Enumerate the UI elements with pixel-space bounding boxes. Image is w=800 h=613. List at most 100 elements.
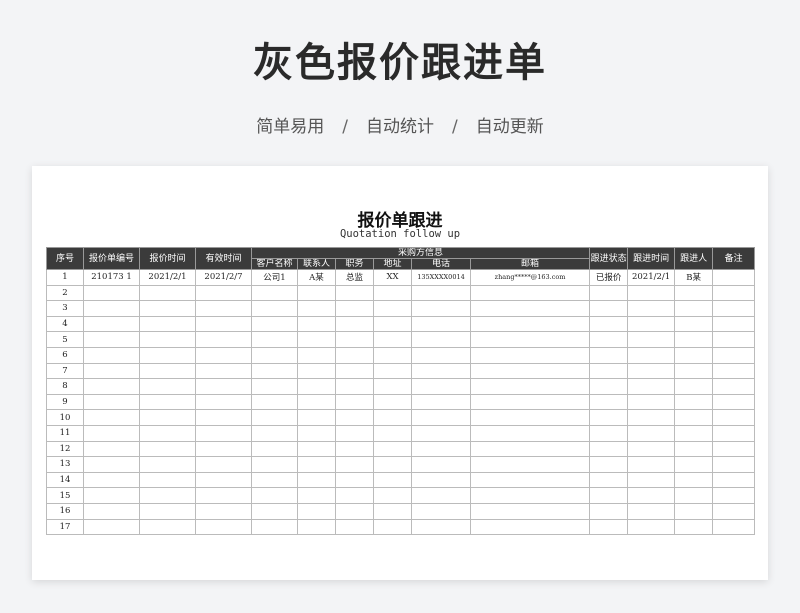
cell-customer[interactable] [251,362,298,380]
cell-follow-time[interactable] [627,300,676,317]
cell-position[interactable] [335,331,374,348]
cell-quote-time[interactable] [139,502,196,520]
cell-email[interactable] [469,393,591,411]
cell-address[interactable] [373,440,412,458]
cell-phone[interactable]: 135XXXX0014 [411,269,471,286]
cell-follower[interactable] [674,315,714,333]
cell-phone[interactable] [411,424,471,442]
cell-quote-no[interactable] [83,331,140,348]
cell-contact[interactable] [297,424,336,442]
cell-email[interactable] [469,315,591,333]
cell-note[interactable] [712,393,756,411]
cell-follow-time[interactable]: 2021/2/1 [627,269,676,286]
cell-quote-time[interactable] [139,487,196,504]
cell-quote-time[interactable] [139,424,196,442]
cell-follow-time[interactable] [627,362,676,380]
cell-address[interactable] [373,471,412,489]
cell-email[interactable] [469,518,591,536]
cell-note[interactable] [712,487,756,504]
cell-valid-time[interactable]: 2021/2/7 [195,269,252,286]
cell-phone[interactable] [411,284,471,302]
cell-follow-time[interactable] [627,315,676,333]
cell-quote-time[interactable] [139,378,196,395]
cell-follower[interactable] [674,378,714,395]
cell-address[interactable] [373,362,412,380]
cell-note[interactable] [712,315,756,333]
cell-valid-time[interactable] [195,502,252,520]
cell-follower[interactable]: B某 [674,269,714,286]
cell-follower[interactable] [674,300,714,317]
cell-status[interactable] [589,393,629,411]
cell-valid-time[interactable] [195,471,252,489]
cell-quote-no[interactable] [83,409,140,426]
cell-position[interactable] [335,471,374,489]
cell-contact[interactable] [297,409,336,426]
cell-quote-time[interactable]: 2021/2/1 [139,269,196,286]
cell-phone[interactable] [411,362,471,380]
cell-email[interactable] [469,502,591,520]
cell-position[interactable] [335,378,374,395]
cell-quote-no[interactable] [83,502,140,520]
cell-status[interactable] [589,300,629,317]
cell-phone[interactable] [411,440,471,458]
cell-quote-no[interactable] [83,471,140,489]
cell-status[interactable] [589,315,629,333]
cell-seq[interactable]: 7 [46,362,84,380]
cell-follower[interactable] [674,456,714,473]
cell-email[interactable] [469,471,591,489]
cell-seq[interactable]: 4 [46,315,84,333]
cell-customer[interactable] [251,424,298,442]
cell-quote-time[interactable] [139,393,196,411]
cell-status[interactable] [589,284,629,302]
cell-email[interactable] [469,300,591,317]
cell-note[interactable] [712,362,756,380]
cell-follow-time[interactable] [627,393,676,411]
cell-address[interactable] [373,393,412,411]
cell-follower[interactable] [674,409,714,426]
cell-customer[interactable] [251,346,298,364]
cell-follower[interactable] [674,393,714,411]
cell-email[interactable] [469,424,591,442]
cell-seq[interactable]: 5 [46,331,84,348]
cell-phone[interactable] [411,315,471,333]
cell-valid-time[interactable] [195,456,252,473]
cell-address[interactable] [373,424,412,442]
cell-valid-time[interactable] [195,300,252,317]
cell-follow-time[interactable] [627,331,676,348]
cell-follow-time[interactable] [627,440,676,458]
cell-follow-time[interactable] [627,471,676,489]
cell-quote-no[interactable] [83,424,140,442]
cell-seq[interactable]: 9 [46,393,84,411]
cell-note[interactable] [712,424,756,442]
cell-follower[interactable] [674,346,714,364]
cell-seq[interactable]: 14 [46,471,84,489]
cell-contact[interactable] [297,502,336,520]
cell-note[interactable] [712,518,756,536]
cell-follower[interactable] [674,502,714,520]
cell-follow-time[interactable] [627,378,676,395]
cell-status[interactable] [589,440,629,458]
cell-customer[interactable] [251,409,298,426]
cell-follow-time[interactable] [627,346,676,364]
cell-customer[interactable] [251,502,298,520]
cell-customer[interactable] [251,300,298,317]
cell-email[interactable] [469,331,591,348]
cell-email[interactable] [469,284,591,302]
cell-customer[interactable] [251,284,298,302]
cell-note[interactable] [712,331,756,348]
cell-position[interactable] [335,315,374,333]
cell-customer[interactable] [251,393,298,411]
cell-note[interactable] [712,440,756,458]
cell-position[interactable] [335,424,374,442]
cell-address[interactable] [373,346,412,364]
cell-status[interactable] [589,424,629,442]
cell-valid-time[interactable] [195,284,252,302]
cell-address[interactable] [373,300,412,317]
cell-email[interactable] [469,440,591,458]
cell-position[interactable] [335,502,374,520]
cell-address[interactable] [373,518,412,536]
cell-note[interactable] [712,300,756,317]
cell-phone[interactable] [411,378,471,395]
cell-quote-no[interactable] [83,300,140,317]
cell-position[interactable] [335,362,374,380]
